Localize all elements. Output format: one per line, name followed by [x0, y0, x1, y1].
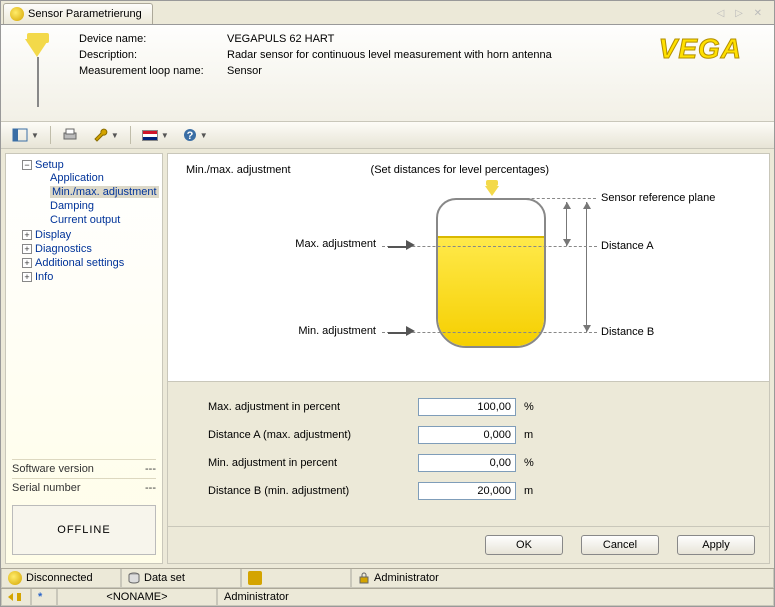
arrow-icon	[388, 326, 415, 339]
unit-m: m	[516, 429, 536, 441]
distance-a-label: Distance A	[601, 240, 654, 252]
status-nav[interactable]	[1, 589, 31, 606]
dist-a-label: Distance A (max. adjustment)	[208, 429, 418, 441]
tank-graphic	[436, 198, 546, 348]
status-bar-1: Disconnected Data set Administrator	[1, 568, 774, 588]
device-image	[13, 33, 63, 113]
min-pct-label: Min. adjustment in percent	[208, 457, 418, 469]
sensor-mini-icon	[484, 180, 500, 200]
status-dataset: Data set	[121, 569, 241, 588]
svg-text:?: ?	[186, 130, 193, 142]
nav-tree: −Setup Application Min./max. adjustment …	[5, 153, 163, 564]
tree-diagnostics[interactable]: +Diagnostics	[22, 242, 160, 256]
main-area: −Setup Application Min./max. adjustment …	[1, 149, 774, 568]
tab-label: Sensor Parametrierung	[28, 8, 142, 20]
max-pct-label: Max. adjustment in percent	[208, 401, 418, 413]
page-title: Min./max. adjustment	[186, 164, 291, 176]
software-version: Software version---	[12, 459, 156, 478]
sensor-icon	[10, 7, 24, 21]
device-name-label: Device name:	[79, 33, 219, 45]
flag-icon	[142, 130, 158, 141]
dist-b-label: Distance B (min. adjustment)	[208, 485, 418, 497]
plug-icon	[8, 571, 22, 585]
status-star[interactable]: *	[31, 589, 57, 606]
tree-damping[interactable]: Damping	[36, 199, 160, 213]
serial-number: Serial number---	[12, 478, 156, 497]
max-pct-input[interactable]	[418, 398, 516, 416]
distance-b-arrow	[586, 202, 587, 332]
print-icon	[62, 128, 78, 142]
print-button[interactable]	[57, 125, 83, 145]
status-connection: Disconnected	[1, 569, 121, 588]
distance-b-label: Distance B	[601, 326, 654, 338]
button-bar: OK Cancel Apply	[168, 526, 769, 563]
adjustment-diagram: Sensor reference plane Max. adjustment D…	[206, 188, 731, 368]
expand-icon[interactable]: +	[22, 258, 32, 268]
description-value: Radar sensor for continuous level measur…	[227, 49, 552, 61]
tree-application[interactable]: Application	[36, 171, 160, 185]
window-controls[interactable]: ◁ ▷ ✕	[717, 8, 772, 19]
expand-icon[interactable]: +	[22, 230, 32, 240]
collapse-icon[interactable]: −	[22, 160, 32, 170]
language-button[interactable]: ▼	[137, 127, 174, 144]
tree-current-output[interactable]: Current output	[36, 213, 160, 227]
ok-button[interactable]: OK	[485, 535, 563, 555]
content-panel: Min./max. adjustment (Set distances for …	[167, 153, 770, 564]
device-name-value: VEGAPULS 62 HART	[227, 33, 552, 45]
app-window: Sensor Parametrierung ◁ ▷ ✕ Device name:…	[0, 0, 775, 607]
tree-info[interactable]: +Info	[22, 270, 160, 284]
max-adj-label: Max. adjustment	[256, 238, 376, 250]
status-bar-2: * <NONAME> Administrator	[1, 588, 774, 606]
apply-button[interactable]: Apply	[677, 535, 755, 555]
wrench-icon	[92, 128, 108, 142]
nav-icon	[8, 591, 24, 603]
status-noname: <NONAME>	[57, 589, 217, 606]
expand-icon[interactable]: +	[22, 244, 32, 254]
fields-panel: Max. adjustment in percent % Distance A …	[168, 381, 769, 526]
loop-value: Sensor	[227, 65, 552, 77]
help-icon: ?	[183, 128, 197, 142]
tools-button[interactable]: ▼	[87, 125, 124, 145]
unit-m: m	[516, 485, 536, 497]
device-icon	[248, 571, 262, 585]
vega-logo: VEGA	[659, 33, 762, 65]
dataset-icon	[128, 572, 140, 584]
tab-sensor-param[interactable]: Sensor Parametrierung	[3, 3, 153, 24]
distance-a-arrow	[566, 202, 567, 246]
expand-icon[interactable]: +	[22, 272, 32, 282]
tree-additional[interactable]: +Additional settings	[22, 256, 160, 270]
offline-badge: OFFLINE	[12, 505, 156, 555]
lock-icon	[358, 572, 370, 584]
layout-icon	[12, 128, 28, 142]
unit-pct: %	[516, 457, 536, 469]
tree-minmax[interactable]: Min./max. adjustment	[36, 185, 160, 199]
ref-plane-label: Sensor reference plane	[601, 192, 715, 204]
cancel-button[interactable]: Cancel	[581, 535, 659, 555]
arrow-icon	[388, 240, 415, 253]
device-info: Device name: VEGAPULS 62 HART Descriptio…	[79, 33, 552, 77]
loop-label: Measurement loop name:	[79, 65, 219, 77]
toolbar: ▼ ▼ ▼ ? ▼	[1, 122, 774, 149]
status-admin2: Administrator	[217, 589, 774, 606]
status-admin: Administrator	[351, 569, 774, 588]
description-label: Description:	[79, 49, 219, 61]
tree-display[interactable]: +Display	[22, 228, 160, 242]
dist-b-input[interactable]	[418, 482, 516, 500]
min-pct-input[interactable]	[418, 454, 516, 472]
status-empty1	[241, 569, 351, 588]
layout-button[interactable]: ▼	[7, 125, 44, 145]
dist-a-input[interactable]	[418, 426, 516, 444]
tab-bar: Sensor Parametrierung ◁ ▷ ✕	[1, 1, 774, 25]
tree-setup[interactable]: −Setup Application Min./max. adjustment …	[22, 158, 160, 228]
help-button[interactable]: ? ▼	[178, 125, 213, 145]
unit-pct: %	[516, 401, 536, 413]
device-header: Device name: VEGAPULS 62 HART Descriptio…	[1, 25, 774, 122]
page-subtitle: (Set distances for level percentages)	[371, 164, 550, 176]
min-adj-label: Min. adjustment	[256, 325, 376, 337]
